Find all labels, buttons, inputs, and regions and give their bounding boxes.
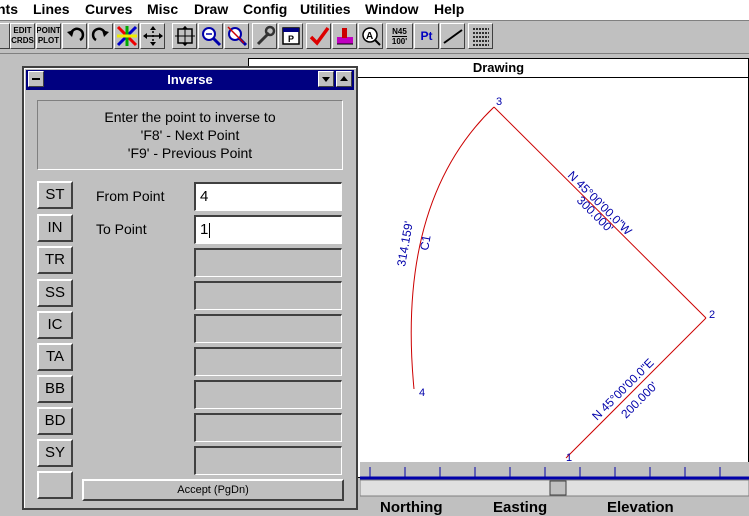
bb-button[interactable]: BB (37, 375, 73, 403)
accept-button[interactable]: Accept (PgDn) (82, 479, 344, 501)
curve-length-label: 314.159' (394, 220, 416, 267)
field-8 (194, 413, 342, 442)
point-label-button[interactable]: A (358, 23, 383, 49)
field-4 (194, 281, 342, 310)
bearing-distance-button[interactable]: N45 100' (386, 23, 413, 49)
minimize-button[interactable] (318, 71, 334, 87)
magnifier-a-icon: A (361, 27, 381, 46)
maximize-icon (340, 76, 348, 81)
to-point-value: 1 (200, 221, 209, 238)
menu-window[interactable]: Window (365, 1, 419, 17)
tools-button[interactable] (252, 23, 277, 49)
in-button[interactable]: IN (37, 214, 73, 242)
printer-icon: P (281, 27, 300, 45)
prompt-line-3: 'F9' - Previous Point (127, 145, 253, 161)
prompt-panel: Enter the point to inverse to 'F8' - Nex… (37, 100, 343, 170)
zoom-out-icon (226, 26, 247, 47)
bd-button[interactable]: BD (37, 407, 73, 435)
scroll-thumb[interactable] (549, 480, 567, 496)
field-9 (194, 446, 342, 475)
pan-button[interactable] (140, 23, 165, 49)
wrench-icon (256, 25, 275, 46)
inverse-dialog: Inverse Enter the point to inverse to 'F… (22, 66, 358, 510)
menu-curves[interactable]: Curves (85, 1, 132, 17)
fit-window-icon (174, 26, 195, 46)
list-button[interactable] (468, 23, 493, 49)
field-5 (194, 314, 342, 343)
toolbar-partial-button[interactable] (0, 23, 10, 49)
sy-button[interactable]: SY (37, 439, 73, 467)
easting-header: Easting (493, 499, 548, 516)
toolbar: EDIT CRDS POINT PLOT P A N45 100' Pt (0, 21, 749, 54)
print-button[interactable]: P (278, 23, 303, 49)
menu-config[interactable]: Config (243, 1, 287, 17)
system-menu-icon (32, 78, 40, 80)
redo-button[interactable] (88, 23, 113, 49)
ic-button[interactable]: IC (37, 311, 73, 339)
menu-draw[interactable]: Draw (194, 1, 228, 17)
redo-icon (91, 27, 109, 42)
move-arrows-icon (142, 26, 163, 46)
maximize-button[interactable] (336, 71, 352, 87)
point-3-label: 3 (496, 96, 502, 108)
dialog-title: Inverse (167, 72, 213, 87)
undo-button[interactable] (62, 23, 87, 49)
to-point-label: To Point (96, 221, 147, 237)
field-3 (194, 248, 342, 277)
tr-button[interactable]: TR (37, 246, 73, 274)
grid-scrollbar[interactable] (360, 462, 749, 498)
ta-button[interactable]: TA (37, 343, 73, 371)
color-button[interactable] (114, 23, 139, 49)
text-cursor (209, 222, 211, 238)
distance-label: 100' (391, 36, 408, 46)
menu-bar: nts Lines Curves Misc Draw Config Utilit… (0, 0, 749, 21)
menu-utilities[interactable]: Utilities (300, 1, 351, 17)
elevation-header: Elevation (607, 499, 674, 516)
menu-misc[interactable]: Misc (147, 1, 178, 17)
zoom-in-button[interactable] (198, 23, 223, 49)
edit-crds-button[interactable]: EDIT CRDS (10, 23, 35, 49)
svg-text:A: A (366, 31, 373, 42)
field-6 (194, 347, 342, 376)
prompt-line-1: Enter the point to inverse to (104, 109, 276, 125)
prompt-line-2: 'F8' - Next Point (140, 127, 240, 143)
ss-button[interactable]: SS (37, 279, 73, 307)
list-icon (472, 28, 489, 46)
check-button[interactable] (306, 23, 331, 49)
bearing-label: N45 (392, 26, 407, 37)
zoom-in-icon (201, 27, 221, 47)
system-menu-button[interactable] (28, 71, 44, 87)
menu-help[interactable]: Help (434, 1, 464, 17)
to-point-input[interactable]: 1 (194, 215, 342, 244)
line-button[interactable] (440, 23, 465, 49)
checkmark-icon (309, 26, 329, 46)
point-plot-button[interactable]: POINT PLOT (36, 23, 61, 49)
from-point-label: From Point (96, 188, 165, 204)
point-button[interactable]: Pt (414, 23, 439, 49)
dialog-titlebar: Inverse (26, 70, 354, 90)
menu-points[interactable]: nts (0, 1, 18, 17)
undo-icon (66, 27, 84, 42)
zoom-out-button[interactable] (224, 23, 249, 49)
point-2-label: 2 (709, 309, 715, 321)
svg-text:P: P (288, 34, 294, 44)
from-point-input[interactable]: 4 (194, 182, 342, 211)
line-2-1 (565, 317, 707, 459)
color-palette-icon (116, 25, 137, 47)
northing-header: Northing (380, 499, 443, 516)
curve-name-label: C1 (417, 234, 434, 252)
plotter-icon (336, 28, 353, 45)
minimize-icon (322, 77, 330, 82)
field-7 (194, 380, 342, 409)
menu-lines[interactable]: Lines (33, 1, 70, 17)
line-icon (442, 29, 463, 44)
zoom-extents-button[interactable] (172, 23, 197, 49)
plot-button[interactable] (332, 23, 357, 49)
st-button[interactable]: ST (37, 181, 73, 209)
blank-side-button[interactable] (37, 471, 73, 499)
point-4-label: 4 (419, 387, 425, 399)
